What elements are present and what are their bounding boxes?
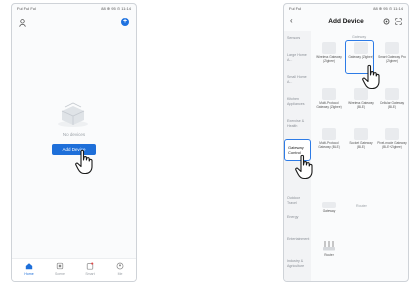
device-thumbnail — [385, 128, 399, 140]
section-header-router: Router — [356, 204, 367, 208]
tab-smart-label: Smart — [85, 272, 95, 276]
device-item-router[interactable]: Router — [314, 240, 344, 258]
device-item[interactable]: Smart Gateway Pro (Zigbee) — [377, 42, 407, 64]
device-label: Pixel-mode Gateway (BLE+Zigbee) — [377, 141, 407, 149]
device-label: Smart Gateway Pro (Zigbee) — [378, 55, 406, 63]
scan-settings-icon[interactable] — [383, 18, 390, 25]
device-item[interactable]: Socket Gateway (BLE) — [346, 128, 376, 150]
device-label: Socket Gateway (BLE) — [349, 141, 373, 149]
bottom-tab-bar: Home Scene Smart Me — [12, 258, 136, 281]
tab-smart[interactable]: Smart — [78, 262, 102, 276]
tab-home-label: Home — [24, 272, 34, 276]
me-icon — [116, 262, 124, 270]
status-signal: Ful Ful — [289, 6, 302, 11]
device-thumbnail — [322, 202, 336, 208]
device-item[interactable]: Multi-Protocol Gateway (Zigbee) — [314, 88, 344, 110]
device-thumbnail — [354, 128, 368, 140]
status-info: 88 ⊕ 95 ⊙ 11:14 — [373, 6, 403, 11]
device-thumbnail — [385, 88, 399, 100]
tab-scene[interactable]: Scene — [48, 262, 72, 276]
device-label: Multi-Protocol Gateway (BLE) — [318, 141, 340, 149]
smart-icon — [86, 262, 94, 270]
device-label: Wireless Gateway (Zigbee) — [316, 55, 342, 63]
person-icon[interactable] — [19, 19, 26, 27]
section-header-gateway: Gateway — [352, 35, 367, 39]
device-thumbnail — [385, 42, 399, 54]
add-device-app-bar: ‹ Add Device — [284, 14, 408, 30]
home-app-bar: + — [12, 14, 136, 30]
add-device-screen-phone: Ful Ful 88 ⊕ 95 ⊙ 11:14 ‹ Add Device Sen… — [283, 3, 409, 282]
device-thumbnail — [322, 42, 336, 54]
tab-me[interactable]: Me — [108, 262, 132, 276]
tab-me-label: Me — [117, 272, 123, 276]
category-item[interactable]: Entertainment — [287, 237, 309, 242]
device-item[interactable]: Multi-Protocol Gateway (BLE) — [314, 128, 344, 150]
pointing-hand-icon — [295, 154, 313, 180]
category-item[interactable]: Small Home A... — [287, 75, 309, 84]
home-screen-phone: Ful Ful Ful 88 ⊕ 95 ⊙ 11:14 + No devices… — [11, 3, 137, 282]
device-item[interactable]: Cellular Gateway (BLE) — [377, 88, 407, 110]
pointing-hand-icon — [362, 64, 380, 90]
pointing-hand-icon — [75, 149, 93, 175]
device-thumbnail — [322, 128, 336, 140]
qr-scan-icon[interactable] — [395, 18, 402, 25]
status-info: 88 ⊕ 95 ⊙ 11:14 — [101, 6, 131, 11]
category-item[interactable]: Sensors — [287, 36, 309, 41]
device-label: Wireless Gateway (BLE) — [348, 101, 374, 109]
category-item[interactable]: Industry & Agriculture — [287, 259, 309, 268]
device-label: Gateway — [322, 209, 336, 213]
add-plus-button[interactable]: + — [121, 18, 129, 26]
category-item[interactable]: Large Home A... — [287, 53, 309, 62]
category-item[interactable]: Energy — [287, 215, 309, 220]
status-bar: Ful Ful Ful 88 ⊕ 95 ⊙ 11:14 — [12, 4, 136, 13]
device-label: Multi-Protocol Gateway (Zigbee) — [316, 101, 342, 109]
tab-home[interactable]: Home — [17, 262, 41, 276]
router-icon — [323, 241, 335, 251]
device-item[interactable]: Wireless Gateway (Zigbee) — [314, 42, 344, 64]
status-signal: Ful Ful Ful — [17, 6, 36, 11]
home-icon — [25, 263, 33, 270]
empty-box-illustration — [58, 102, 88, 127]
device-thumbnail — [322, 88, 336, 100]
device-label: Router — [324, 253, 334, 257]
category-item[interactable]: Outdoor Travel — [287, 196, 309, 205]
status-bar: Ful Ful 88 ⊕ 95 ⊙ 11:14 — [284, 4, 408, 13]
category-item[interactable]: Kitchen Appliances — [287, 97, 309, 106]
tab-scene-label: Scene — [55, 272, 65, 276]
no-devices-text: No devices — [62, 132, 86, 137]
device-item[interactable]: Pixel-mode Gateway (BLE+Zigbee) — [377, 128, 407, 150]
category-item[interactable]: Exercise & Health — [287, 119, 309, 128]
device-label: Cellular Gateway (BLE) — [379, 101, 405, 109]
device-item[interactable]: Wireless Gateway (BLE) — [346, 88, 376, 110]
device-item[interactable]: Gateway — [314, 202, 344, 214]
scene-icon — [56, 262, 64, 270]
